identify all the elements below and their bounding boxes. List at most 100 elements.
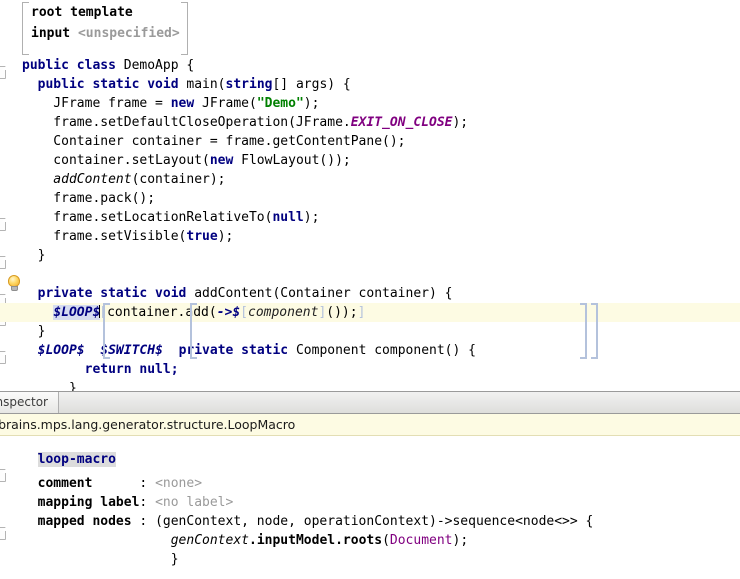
- property-label: mapping label: [37, 495, 140, 510]
- code-line[interactable]: public class DemoApp {: [0, 56, 740, 75]
- token-identifier: );: [452, 115, 469, 130]
- token-member: .inputModel.: [249, 533, 343, 548]
- code-line[interactable]: frame.setVisible(true);: [0, 227, 740, 246]
- token-keyword: public static void: [22, 77, 187, 92]
- token-identifier: frame.setLocationRelativeTo(: [22, 210, 273, 225]
- lambda-close-brace: }: [170, 552, 179, 567]
- token-identifier: container.add(: [107, 305, 217, 320]
- token-method: roots: [342, 533, 383, 548]
- property-macro-token[interactable]: ->$: [217, 305, 240, 320]
- code-line[interactable]: }: [0, 379, 740, 391]
- code-line[interactable]: Container container = frame.getContentPa…: [0, 132, 740, 151]
- node-path-text: jetbrains.mps.lang.generator.structure.L…: [0, 417, 296, 432]
- token-keyword: true: [186, 229, 218, 244]
- generator-template-editor[interactable]: root template input <unspecified> public…: [0, 0, 740, 391]
- inspector-property-row[interactable]: mapping label: <no label>: [0, 493, 740, 512]
- inspector-lambda-body-row[interactable]: genContext.inputModel.roots(Document);: [0, 531, 740, 550]
- inspector-body[interactable]: loop-macro comment : <none> mapping labe…: [0, 436, 740, 579]
- token-identifier: addContent(Container container) {: [194, 286, 453, 301]
- token-identifier: JFrame frame =: [22, 96, 171, 111]
- token-keyword: string: [225, 77, 273, 92]
- token-identifier: FlowLayout());: [241, 153, 351, 168]
- code-line[interactable]: frame.setDefaultCloseOperation(JFrame.EX…: [0, 113, 740, 132]
- token-identifier: frame.setDefaultCloseOperation(JFrame.: [22, 115, 351, 130]
- input-label: input: [31, 26, 78, 41]
- token-identifier: Container container = frame.getContentPa…: [22, 134, 406, 149]
- token-keyword: null;: [139, 362, 179, 377]
- token-method-call: addContent: [22, 172, 132, 187]
- root-template-label: root template: [31, 5, 133, 20]
- token-identifier: ());: [326, 305, 358, 320]
- fold-marker-icon[interactable]: [0, 469, 6, 482]
- code-line[interactable]: private static void addContent(Container…: [0, 284, 740, 303]
- code-line-highlighted[interactable]: $LOOP$[container.add(->$[component]());]: [0, 303, 740, 322]
- token-paren-close: );: [452, 533, 469, 548]
- token-keyword: return: [22, 362, 140, 377]
- property-label: mapped nodes: [37, 514, 140, 529]
- inspector-node-path: jetbrains.mps.lang.generator.structure.L…: [0, 414, 740, 436]
- lambda-signature[interactable]: (genContext, node, operationContext)->se…: [155, 514, 593, 529]
- code-line[interactable]: return null;: [0, 360, 740, 379]
- code-line[interactable]: }: [0, 322, 740, 341]
- bracket-right-icon: [180, 2, 188, 55]
- token-identifier: frame.setVisible(: [22, 229, 187, 244]
- token-constant: EXIT_ON_CLOSE: [350, 115, 453, 130]
- tab-inspector[interactable]: Inspector: [0, 392, 59, 413]
- bracket-left-icon: [22, 2, 29, 55]
- token-concept[interactable]: Document: [390, 533, 453, 548]
- inspector-property-row[interactable]: mapped nodes : (genContext, node, operat…: [0, 512, 740, 531]
- placeholder-token[interactable]: component: [248, 305, 318, 320]
- inspector-lambda-close-row: }: [0, 550, 740, 569]
- token-identifier: }: [22, 381, 77, 391]
- inspector-title-row: loop-macro: [0, 445, 740, 474]
- code-line[interactable]: public static void main(string[] args) {: [0, 75, 740, 94]
- loop-macro-token[interactable]: $LOOP$: [38, 343, 85, 358]
- root-template-input-row[interactable]: input <unspecified>: [31, 23, 180, 44]
- switch-macro-bracket-left: [190, 303, 197, 359]
- property-value[interactable]: <no label>: [155, 495, 233, 510]
- inspector-tabbar: Inspector: [0, 392, 740, 414]
- code-line[interactable]: JFrame frame = new JFrame("Demo");: [0, 94, 740, 113]
- property-separator: :: [139, 514, 156, 529]
- token-identifier: frame.pack();: [22, 191, 156, 206]
- token-identifier: JFrame(: [202, 96, 257, 111]
- switch-macro-bracket-right: [580, 303, 587, 359]
- token-keyword: public class: [22, 58, 124, 73]
- inspector-gutter: [0, 436, 22, 570]
- token-identifier: DemoApp {: [123, 58, 195, 73]
- token-keyword: private static void: [22, 286, 195, 301]
- template-code-body[interactable]: public class DemoApp { public static voi…: [0, 56, 740, 391]
- loop-macro-token[interactable]: $LOOP$: [53, 305, 101, 320]
- inspector-panel[interactable]: Inspector jetbrains.mps.lang.generator.s…: [0, 391, 740, 570]
- code-line[interactable]: frame.pack();: [0, 189, 740, 208]
- property-value[interactable]: <none>: [155, 476, 202, 491]
- bracket-open-icon: [: [240, 305, 248, 320]
- code-line[interactable]: frame.setLocationRelativeTo(null);: [0, 208, 740, 227]
- token-paren: (: [382, 533, 390, 548]
- token-identifier: );: [217, 229, 234, 244]
- bracket-close-icon: ]: [357, 305, 366, 320]
- loop-macro-bracket-left: [103, 303, 110, 359]
- loop-macro-bracket-right: [591, 303, 598, 359]
- property-label: comment: [37, 476, 140, 491]
- token-identifier: );: [303, 210, 320, 225]
- input-value[interactable]: <unspecified>: [78, 26, 180, 41]
- fold-marker-icon[interactable]: [0, 527, 6, 540]
- token-identifier: (container);: [131, 172, 226, 187]
- property-separator: :: [139, 495, 156, 510]
- property-separator: :: [139, 476, 156, 491]
- root-template-header[interactable]: root template input <unspecified>: [22, 2, 188, 55]
- loop-macro-label: $LOOP$: [53, 305, 101, 320]
- token-identifier: Component component() {: [295, 343, 476, 358]
- code-line[interactable]: }: [0, 246, 740, 265]
- code-line[interactable]: addContent(container);: [0, 170, 740, 189]
- token-identifier: }: [22, 248, 46, 263]
- token-identifier: container.setLayout(: [22, 153, 210, 168]
- token-identifier: }: [22, 324, 46, 339]
- inspector-property-row[interactable]: comment : <none>: [0, 474, 740, 493]
- gen-context-token: genContext: [170, 533, 249, 548]
- code-line[interactable]: container.setLayout(new FlowLayout());: [0, 151, 740, 170]
- code-line[interactable]: $LOOP$ $SWITCH$ private static Component…: [0, 341, 740, 360]
- macro-title[interactable]: loop-macro: [37, 452, 116, 467]
